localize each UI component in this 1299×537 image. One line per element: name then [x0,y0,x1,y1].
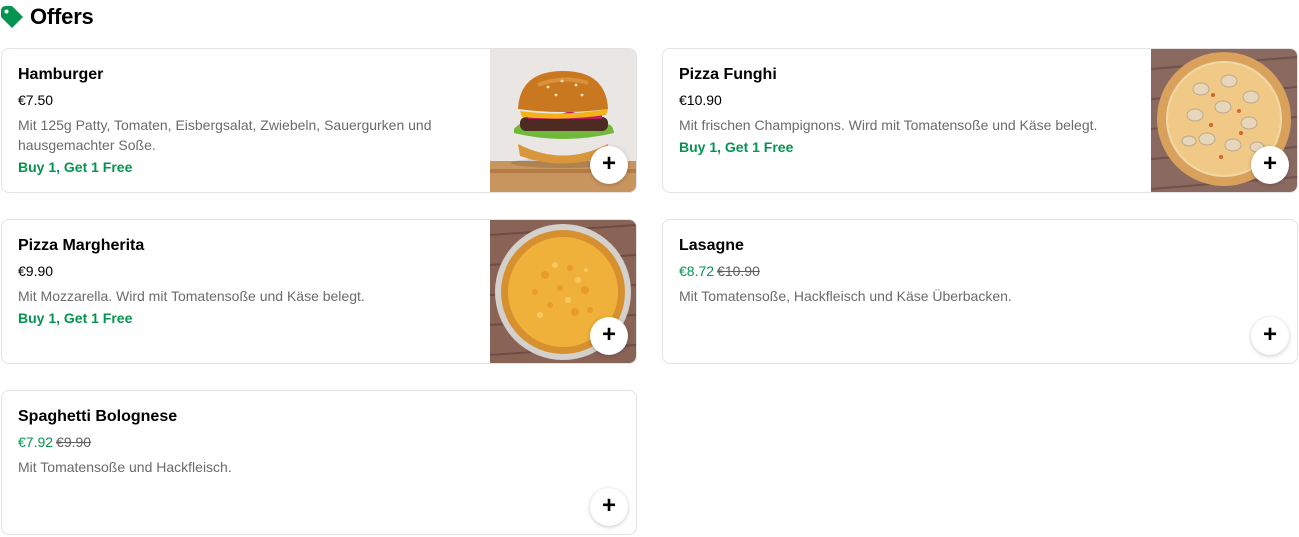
menu-item-card[interactable]: Spaghetti Bolognese €7.92 €9.90 Mit Tomat… [1,390,637,535]
item-price: €8.72 €10.90 [679,262,1281,280]
item-price: €7.92 €9.90 [18,433,620,451]
sale-price: €7.92 [18,434,54,450]
item-name: Pizza Margherita [18,237,145,254]
item-description: Mit Tomatensoße, Hackfleisch und Käse Üb… [679,288,1012,304]
item-description: Mit frischen Champignons. Wird mit Tomat… [679,117,1098,133]
item-description: Mit Mozzarella. Wird mit Tomatensoße und… [18,288,365,304]
tag-icon [1,6,23,28]
original-price: €9.90 [56,434,92,450]
add-to-cart-button[interactable]: + [590,146,628,184]
item-name: Spaghetti Bolognese [18,408,178,425]
item-name: Lasagne [679,237,744,254]
add-to-cart-button[interactable]: + [1251,146,1289,184]
plus-icon: + [601,492,616,519]
item-price: €7.50 [18,92,54,108]
menu-item-card[interactable]: Hamburger €7.50 Mit 125g Patty, Tomaten,… [1,48,637,193]
plus-icon: + [601,321,616,348]
promo-label: Buy 1, Get 1 Free [18,159,133,175]
promo-label: Buy 1, Get 1 Free [679,139,794,155]
plus-icon: + [1262,321,1277,348]
original-price: €10.90 [717,263,760,279]
item-description: Mit Tomatensoße und Hackfleisch. [18,459,232,475]
menu-item-card[interactable]: Pizza Funghi €10.90 Mit frischen Champig… [662,48,1298,193]
offers-section-header: Offers [0,2,94,32]
plus-icon: + [601,150,616,177]
section-title: Offers [30,4,94,29]
item-name: Pizza Funghi [679,66,777,83]
item-price: €10.90 [679,92,722,108]
item-description: Mit 125g Patty, Tomaten, Eisbergsalat, Z… [18,117,432,153]
item-name: Hamburger [18,66,104,83]
add-to-cart-button[interactable]: + [1251,317,1289,355]
add-to-cart-button[interactable]: + [590,317,628,355]
promo-label: Buy 1, Get 1 Free [18,310,133,326]
add-to-cart-button[interactable]: + [590,488,628,526]
sale-price: €8.72 [679,263,715,279]
plus-icon: + [1262,150,1277,177]
item-price: €9.90 [18,263,54,279]
menu-item-card[interactable]: Lasagne €8.72 €10.90 Mit Tomatensoße, Hac… [662,219,1298,364]
menu-item-card[interactable]: Pizza Margherita €9.90 Mit Mozzarella. W… [1,219,637,364]
